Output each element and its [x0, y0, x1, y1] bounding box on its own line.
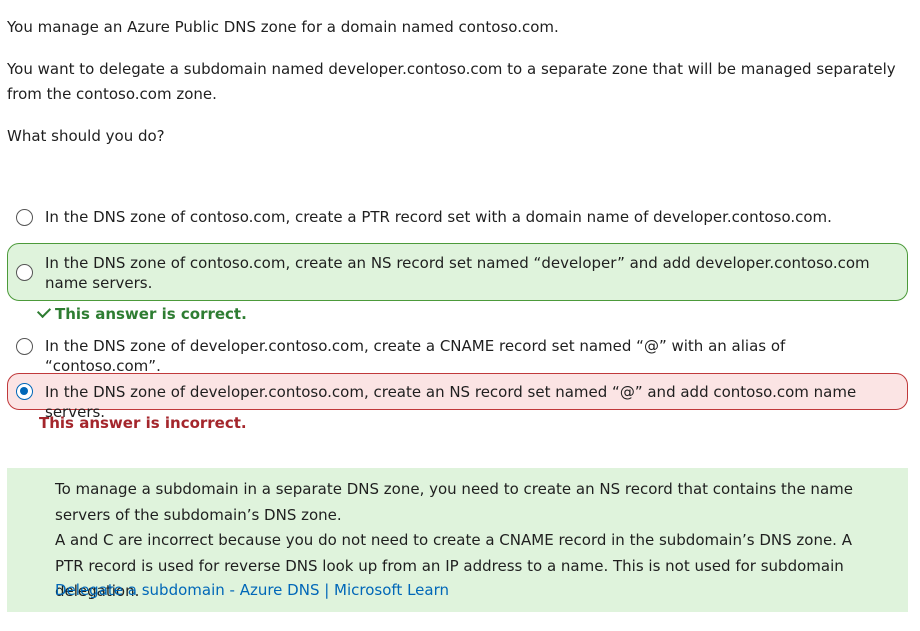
question-scenario: You want to delegate a subdomain named d…: [7, 60, 896, 103]
option-d[interactable]: In the DNS zone of developer.contoso.com…: [7, 373, 908, 421]
option-a-label: In the DNS zone of contoso.com, create a…: [45, 208, 832, 226]
explanation-line1: To manage a subdomain in a separate DNS …: [55, 480, 853, 524]
question-prompt: What should you do?: [7, 127, 165, 145]
option-b[interactable]: In the DNS zone of contoso.com, create a…: [7, 243, 908, 301]
explanation-panel: To manage a subdomain in a separate DNS …: [7, 468, 908, 612]
question-intro: You manage an Azure Public DNS zone for …: [7, 18, 559, 36]
checkmark-icon: [36, 303, 52, 319]
option-a-radio[interactable]: [16, 209, 33, 226]
option-c-label: In the DNS zone of developer.contoso.com…: [45, 337, 786, 375]
option-a[interactable]: In the DNS zone of contoso.com, create a…: [7, 203, 908, 231]
correct-feedback-text: This answer is correct.: [55, 305, 247, 323]
learn-more-link[interactable]: Delegate a subdomain - Azure DNS | Micro…: [55, 578, 449, 603]
correct-feedback: This answer is correct.: [36, 303, 247, 323]
option-c[interactable]: In the DNS zone of developer.contoso.com…: [7, 332, 908, 375]
option-c-radio[interactable]: [16, 338, 33, 355]
incorrect-feedback: This answer is incorrect.: [39, 414, 247, 432]
option-b-label: In the DNS zone of contoso.com, create a…: [45, 254, 870, 292]
option-b-radio[interactable]: [16, 264, 33, 281]
option-d-radio[interactable]: [16, 383, 33, 400]
